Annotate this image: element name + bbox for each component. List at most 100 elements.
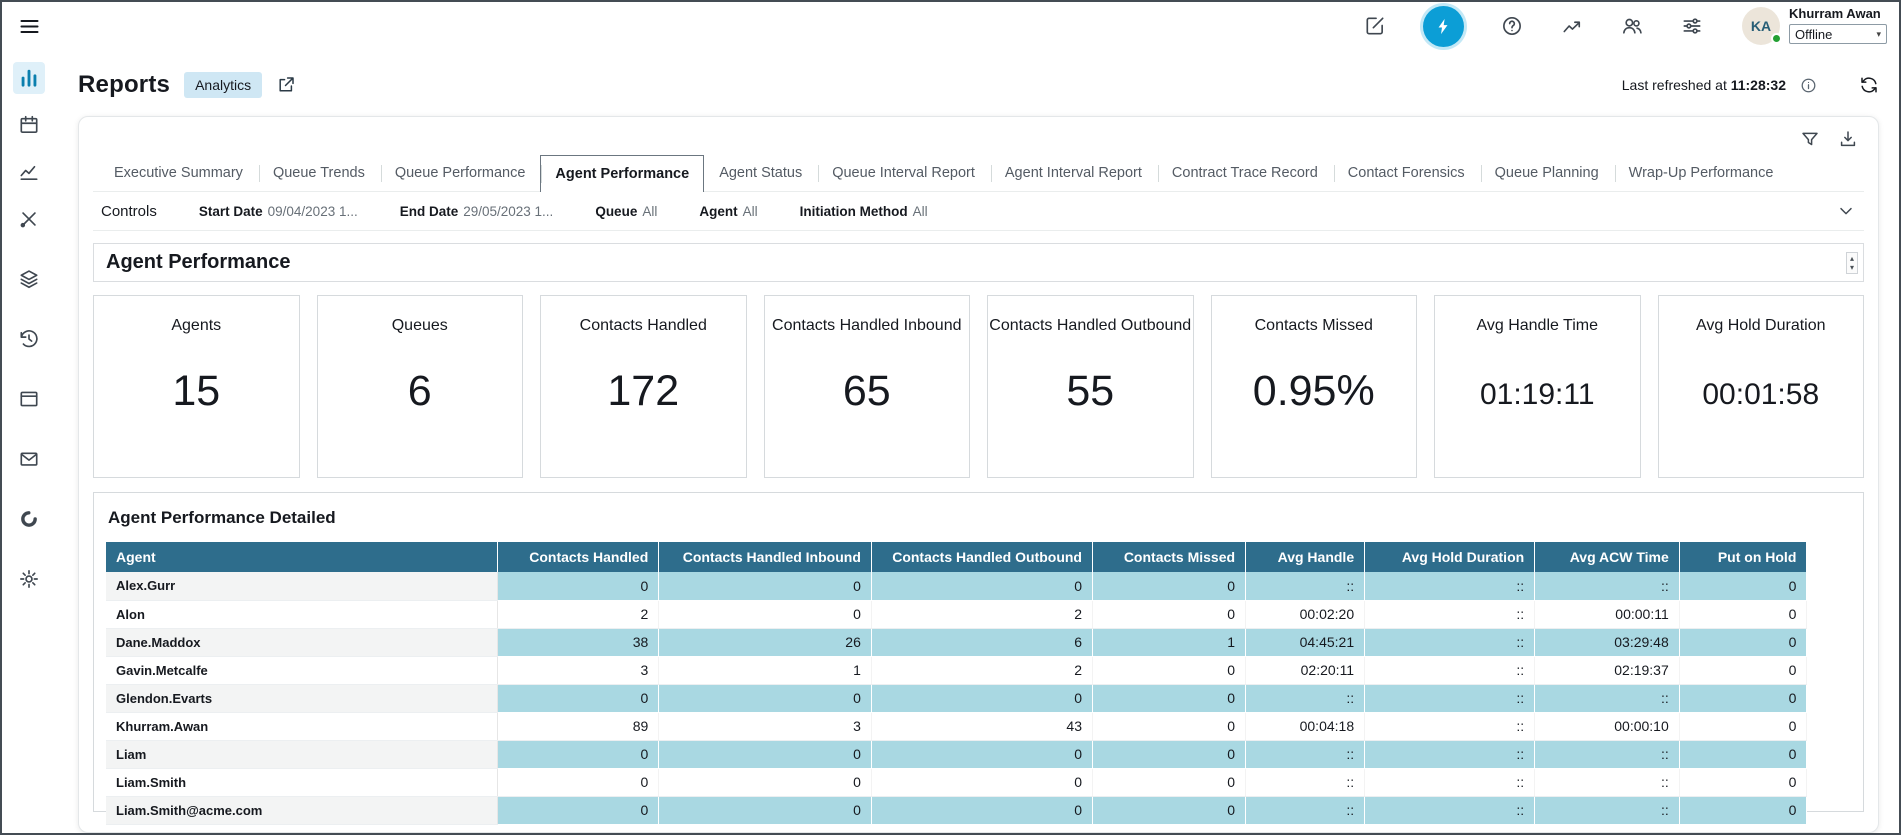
filter-control[interactable]: End Date29/05/2023 1... bbox=[400, 204, 554, 219]
value-cell: 0 bbox=[1679, 796, 1807, 824]
value-cell: 0 bbox=[497, 684, 659, 712]
value-cell: 0 bbox=[1092, 684, 1245, 712]
value-cell: 38 bbox=[497, 628, 659, 656]
help-icon[interactable] bbox=[1500, 14, 1524, 38]
refresh-button[interactable] bbox=[1859, 75, 1879, 95]
filter-icon[interactable] bbox=[1800, 129, 1820, 149]
table-row: Dane.Maddox38266104:45:21::03:29:480 bbox=[106, 628, 1807, 656]
controls-label: Controls bbox=[101, 203, 157, 220]
analytics-badge: Analytics bbox=[184, 72, 262, 98]
kpi-value: 55 bbox=[1066, 367, 1114, 416]
value-cell: 0 bbox=[659, 740, 872, 768]
value-cell: :: bbox=[1535, 684, 1680, 712]
kpi-label: Contacts Missed bbox=[1255, 317, 1373, 335]
info-icon[interactable] bbox=[1800, 77, 1817, 94]
agent-name-cell: Khurram.Awan bbox=[106, 712, 497, 740]
value-cell: 0 bbox=[871, 768, 1092, 796]
stepper-up-icon[interactable]: ▴ bbox=[1850, 254, 1854, 263]
report-tab[interactable]: Agent Interval Report bbox=[990, 155, 1157, 191]
sliders-icon[interactable] bbox=[1680, 14, 1704, 38]
kpi-value: 00:01:58 bbox=[1702, 378, 1819, 412]
gear-icon[interactable] bbox=[13, 563, 45, 595]
kpi-card: Avg Handle Time 01:19:11 bbox=[1434, 295, 1641, 478]
page-title: Reports bbox=[78, 71, 170, 99]
filter-label: End Date bbox=[400, 204, 459, 219]
tools-icon[interactable] bbox=[13, 203, 45, 235]
filter-value: All bbox=[642, 204, 657, 219]
user-name: Khurram Awan bbox=[1789, 7, 1887, 21]
last-refreshed-label: Last refreshed at bbox=[1622, 77, 1727, 93]
filter-control[interactable]: Initiation MethodAll bbox=[800, 204, 928, 219]
mail-icon[interactable] bbox=[13, 443, 45, 475]
filter-control[interactable]: Start Date09/04/2023 1... bbox=[199, 204, 358, 219]
value-cell: 0 bbox=[871, 740, 1092, 768]
column-header: Avg Hold Duration bbox=[1365, 542, 1535, 572]
filter-label: Initiation Method bbox=[800, 204, 908, 219]
section-title: Agent Performance bbox=[106, 251, 291, 274]
report-tab[interactable]: Agent Status bbox=[704, 155, 817, 191]
value-cell: 0 bbox=[1679, 768, 1807, 796]
menu-icon[interactable] bbox=[18, 15, 41, 38]
kpi-label: Agents bbox=[171, 317, 221, 335]
value-cell: 0 bbox=[659, 768, 872, 796]
kpi-value: 6 bbox=[408, 367, 432, 416]
note-icon[interactable] bbox=[1363, 14, 1387, 38]
value-cell: 0 bbox=[659, 572, 872, 600]
user-block: KA Khurram Awan Offline ▾ bbox=[1742, 7, 1887, 45]
value-cell: 0 bbox=[871, 796, 1092, 824]
last-refreshed-time: 11:28:32 bbox=[1731, 77, 1786, 93]
scroll-stepper[interactable]: ▴ ▾ bbox=[1846, 252, 1858, 274]
agent-name-cell: Gavin.Metcalfe bbox=[106, 656, 497, 684]
last-refreshed-text: Last refreshed at 11:28:32 bbox=[1622, 77, 1786, 93]
chevron-down-icon[interactable] bbox=[1836, 201, 1856, 221]
report-tab[interactable]: Queue Interval Report bbox=[817, 155, 990, 191]
value-cell: 0 bbox=[1679, 572, 1807, 600]
kpi-label: Contacts Handled Inbound bbox=[772, 317, 961, 335]
download-icon[interactable] bbox=[1838, 129, 1858, 149]
app-window: KA Khurram Awan Offline ▾ bbox=[0, 0, 1901, 835]
table-row: Gavin.Metcalfe312002:20:11::02:19:370 bbox=[106, 656, 1807, 684]
value-cell: 0 bbox=[497, 796, 659, 824]
report-tab[interactable]: Wrap-Up Performance bbox=[1614, 155, 1789, 191]
window-icon[interactable] bbox=[13, 383, 45, 415]
value-cell: 0 bbox=[1092, 768, 1245, 796]
value-cell: :: bbox=[1246, 768, 1365, 796]
report-tab[interactable]: Contract Trace Record bbox=[1157, 155, 1333, 191]
history-icon[interactable] bbox=[13, 323, 45, 355]
column-header: Agent bbox=[106, 542, 497, 572]
value-cell: 02:20:11 bbox=[1246, 656, 1365, 684]
status-dropdown[interactable]: Offline ▾ bbox=[1789, 24, 1887, 44]
donut-icon[interactable] bbox=[13, 503, 45, 535]
column-header: Contacts Handled Inbound bbox=[659, 542, 872, 572]
avatar[interactable]: KA bbox=[1742, 7, 1780, 45]
users-icon[interactable] bbox=[1620, 14, 1644, 38]
filter-control[interactable]: QueueAll bbox=[595, 204, 657, 219]
filter-control[interactable]: AgentAll bbox=[699, 204, 757, 219]
main-content: Reports Analytics Last refreshed at 11:2… bbox=[56, 50, 1899, 833]
value-cell: 89 bbox=[497, 712, 659, 740]
report-tab[interactable]: Queue Performance bbox=[380, 155, 541, 191]
report-tab[interactable]: Contact Forensics bbox=[1333, 155, 1480, 191]
kpi-card: Contacts Handled Inbound 65 bbox=[764, 295, 971, 478]
kpi-label: Avg Handle Time bbox=[1476, 317, 1598, 335]
value-cell: 0 bbox=[659, 600, 872, 628]
calendar-icon[interactable] bbox=[13, 109, 45, 141]
bar-chart-icon[interactable] bbox=[13, 62, 45, 94]
layers-icon[interactable] bbox=[13, 263, 45, 295]
value-cell: 0 bbox=[1679, 712, 1807, 740]
value-cell: 00:00:11 bbox=[1535, 600, 1680, 628]
line-chart-icon[interactable] bbox=[13, 156, 45, 188]
value-cell: :: bbox=[1535, 740, 1680, 768]
trend-icon[interactable] bbox=[1560, 14, 1584, 38]
report-tab[interactable]: Queue Trends bbox=[258, 155, 380, 191]
lightning-icon[interactable] bbox=[1423, 6, 1464, 47]
report-tab[interactable]: Executive Summary bbox=[99, 155, 258, 191]
report-tab[interactable]: Agent Performance bbox=[540, 155, 704, 192]
stepper-down-icon[interactable]: ▾ bbox=[1850, 263, 1854, 272]
agent-name-cell: Liam.Smith bbox=[106, 768, 497, 796]
report-tab[interactable]: Queue Planning bbox=[1480, 155, 1614, 191]
kpi-value: 172 bbox=[607, 367, 679, 416]
external-link-icon[interactable] bbox=[276, 75, 296, 95]
value-cell: 2 bbox=[497, 600, 659, 628]
user-meta: Khurram Awan Offline ▾ bbox=[1789, 7, 1887, 44]
